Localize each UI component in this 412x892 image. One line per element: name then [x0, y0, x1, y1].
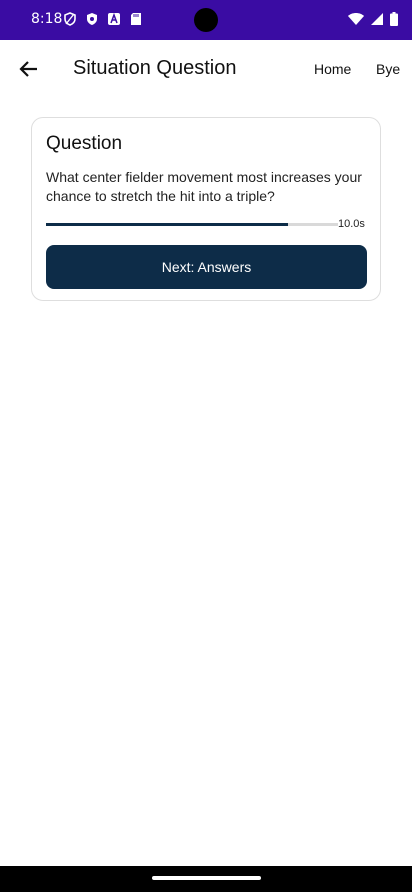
page-title: Situation Question [73, 57, 237, 79]
status-icons-left [63, 12, 143, 26]
back-arrow-icon [19, 61, 37, 77]
battery-icon [390, 12, 398, 26]
card-title: Question [46, 133, 123, 154]
wifi-icon [348, 13, 364, 25]
a-badge-icon [108, 12, 120, 25]
status-time: 8:18 [31, 11, 63, 27]
bye-nav-link[interactable]: Bye [376, 61, 400, 77]
camera-cutout [194, 8, 218, 32]
question-card: Question What center fielder movement mo… [31, 117, 381, 301]
top-app-bar: Situation Question Home Bye [0, 40, 412, 98]
timer-progress-bar [46, 223, 338, 226]
status-icons-right [348, 12, 398, 26]
question-text: What center fielder movement most increa… [46, 169, 362, 204]
status-bar: 8:18 [0, 0, 412, 40]
back-button[interactable] [14, 54, 44, 84]
timer-progress-fill [46, 223, 289, 226]
system-navigation-bar [0, 866, 412, 892]
next-answers-button[interactable]: Next: Answers [46, 245, 367, 289]
timer-label: 10.0s [338, 218, 365, 230]
shield-icon [64, 12, 76, 26]
sd-card-icon [131, 13, 141, 25]
security-badge-icon [87, 13, 97, 25]
signal-icon [371, 13, 383, 25]
home-indicator[interactable] [152, 876, 261, 880]
home-nav-link[interactable]: Home [314, 61, 351, 77]
